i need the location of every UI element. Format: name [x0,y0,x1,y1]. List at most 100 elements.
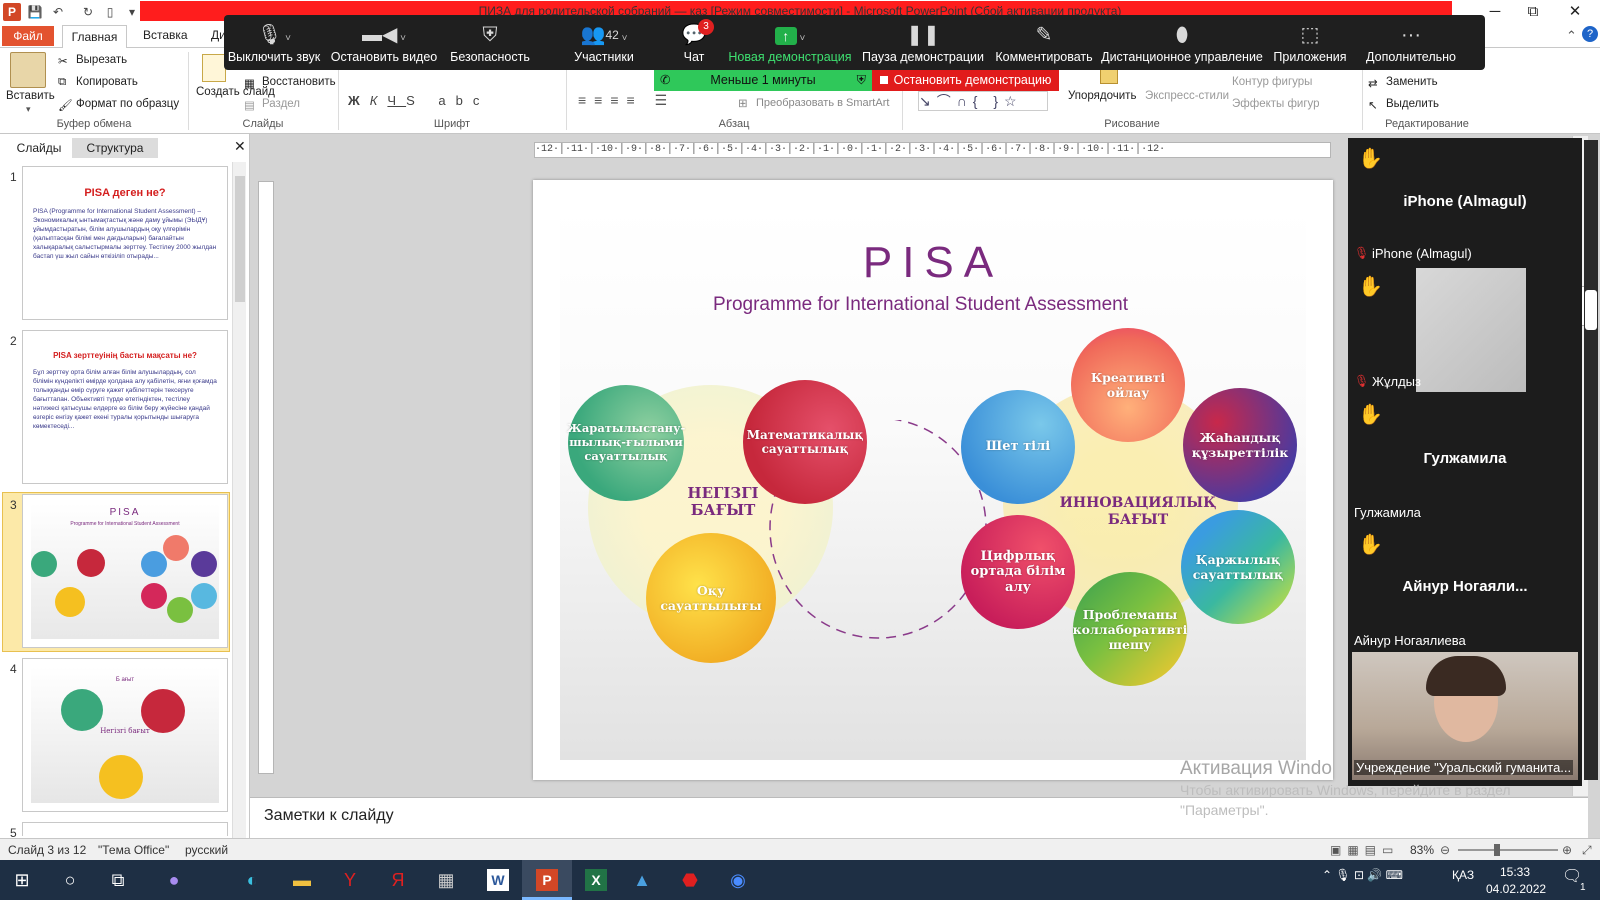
align-buttons[interactable]: ≡≡≡≡ ☰ [578,92,675,109]
start-icon[interactable]: ⊞ [0,862,44,898]
vertical-ruler [258,181,274,774]
clock-time[interactable]: 15:33 [1500,865,1530,879]
zoom-in-icon[interactable]: ⊕ [1562,839,1572,861]
keyboard-language[interactable]: ҚАЗ [1452,868,1474,882]
arrange-button[interactable]: Упорядочить [1068,90,1136,102]
search-icon[interactable]: ○ [48,862,92,898]
shape-outline-button[interactable]: Контур фигуры [1232,76,1312,88]
file-explorer-icon[interactable]: ▬ [280,862,324,898]
thumb-circle [31,551,57,577]
tab-outline[interactable]: Структура [72,138,158,158]
select-button[interactable]: Выделить [1386,98,1439,110]
thumb-title: PISA деген не? [84,187,166,199]
slide-thumb-1[interactable]: PISA деген не? PISA (Programme for Inter… [22,166,228,320]
smartart-icon[interactable]: ⊞ [738,96,748,110]
restore-icon[interactable]: ▦ [244,76,255,90]
stop-video-button[interactable]: ▬◀ ˅ Остановить видео [328,15,440,70]
scroll-thumb[interactable] [1585,290,1597,330]
save-icon[interactable]: 💾 [27,4,43,20]
customize-qa-icon[interactable]: ▾ [124,4,140,20]
participant-name-large: Гулжамила [1423,450,1507,467]
zoom-slider[interactable] [1458,849,1558,851]
paste-icon[interactable] [10,52,46,88]
slide-thumb-4[interactable]: Б ағыт Негізгі бағыт [22,658,228,812]
view-buttons[interactable]: ▣▦▤▭ [1330,839,1399,861]
thumb-title: PISA зерттеуінің басты мақсаты не? [53,351,197,360]
clock-date[interactable]: 04.02.2022 [1486,882,1546,896]
word-icon[interactable]: W [487,869,509,891]
redo-icon[interactable]: ↻ [80,4,96,20]
restore-button[interactable]: Восстановить [262,76,336,88]
acrobat-icon[interactable]: ⬣ [668,862,712,898]
ribbon-collapse-icon[interactable]: ⌃ [1566,28,1577,44]
zoom-level[interactable]: 83% [1410,839,1434,861]
zoom-app-icon[interactable]: ◉ [716,862,760,898]
language-indicator[interactable]: русский [185,839,228,861]
participants-scrollbar[interactable] [1584,140,1598,780]
copy-button[interactable]: Копировать [76,76,138,88]
participants-button[interactable]: 👥42 ˅ Участники [554,15,654,70]
photos-icon[interactable]: ▲ [620,862,664,898]
tab-file[interactable]: Файл [2,26,54,46]
powerpoint-taskbar-icon[interactable]: P [536,869,558,891]
slide-canvas[interactable]: PISA Programme for International Student… [533,180,1333,780]
slide-thumb-3[interactable]: PISA Programme for International Student… [22,494,228,648]
shapes-gallery[interactable]: ↘⌒∩{ }☆ [918,91,1048,111]
fit-slide-icon[interactable]: ⤢ [1582,839,1592,861]
innovation-direction-label: ИННОВАЦИЯЛЫҚ БАҒЫТ [1059,495,1217,528]
slide-thumb-2[interactable]: PISA зерттеуінің басты мақсаты не? Бұл з… [22,330,228,484]
pane-scrollbar[interactable] [232,162,246,838]
replace-icon[interactable]: ⇄ [1368,76,1378,90]
convert-smartart-button[interactable]: Преобразовать в SmartArt [756,97,889,109]
slide-notes[interactable]: Заметки к слайду [250,797,1588,839]
close-pane-icon[interactable]: ✕ [234,138,246,155]
tab-home[interactable]: Главная [62,25,127,49]
yandex-browser-icon[interactable]: Y [328,862,372,898]
tab-slides[interactable]: Слайды [8,138,70,158]
undo-icon[interactable]: ↶ [50,4,66,20]
help-icon[interactable]: ? [1582,26,1598,42]
yandex-icon[interactable]: Я [376,862,420,898]
chat-button[interactable]: 💬 3 Чат [664,15,724,70]
mute-button[interactable]: 🎙 ˅ Выключить звук [226,15,322,70]
remote-control-button[interactable]: ⬮ Дистанционное управление [1100,15,1264,70]
calculator-icon[interactable]: ▦ [424,862,468,898]
scroll-thumb[interactable] [235,176,245,302]
shape-effects-button[interactable]: Эффекты фигур [1232,98,1320,110]
font-format-buttons[interactable]: ЖКЧS abc [348,93,489,108]
tray-icons[interactable]: ⌃ 🎙 ⊡ 🔊 ⌨ [1322,868,1403,882]
paste-button[interactable]: Вставить [6,90,55,102]
new-doc-icon[interactable]: ▯ [102,4,118,20]
zoom-slider-thumb[interactable] [1494,844,1500,856]
new-slide-button[interactable]: Создать слайд [196,86,275,99]
apps-button[interactable]: ⬚ Приложения [1266,15,1354,70]
slide-thumb-5[interactable] [22,822,228,836]
stop-share-button[interactable]: Остановить демонстрацию [872,70,1059,91]
paste-caret-icon[interactable]: ▾ [26,104,31,115]
circle-global: Жаһандық құзыреттілік [1183,388,1297,502]
format-painter-button[interactable]: Формат по образцу [76,98,179,110]
maximize-button[interactable]: ⧉ [1514,2,1552,22]
security-button[interactable]: ⛨ Безопасность [444,15,536,70]
select-icon[interactable]: ↖ [1368,98,1378,112]
replace-button[interactable]: Заменить [1386,76,1438,88]
section-button[interactable]: Раздел [262,98,300,110]
pause-share-button[interactable]: ❚❚ Пауза демонстрации [858,15,988,70]
cut-button[interactable]: Вырезать [76,54,127,66]
task-view-icon[interactable]: ⧉ [96,862,140,898]
copy-icon[interactable]: ⧉ [58,76,66,89]
excel-icon[interactable]: X [585,869,607,891]
tab-insert[interactable]: Вставка [143,28,188,42]
format-painter-icon[interactable]: 🖌 [58,98,73,112]
quick-styles-button[interactable]: Экспресс-стили [1145,90,1229,102]
edge-icon[interactable]: ◐ [230,862,274,898]
annotate-button[interactable]: ✎ Комментировать [990,15,1098,70]
cut-icon[interactable]: ✂ [58,54,68,68]
more-button[interactable]: ··· Дополнительно [1358,15,1464,70]
close-button[interactable]: ✕ [1556,2,1594,22]
new-share-button[interactable]: ↑ ˅ Новая демонстрация [726,15,854,70]
section-icon[interactable]: ▤ [244,98,255,112]
cortana-icon[interactable]: ● [152,862,196,898]
zoom-out-icon[interactable]: ⊖ [1440,839,1450,861]
new-slide-icon[interactable] [202,54,226,82]
